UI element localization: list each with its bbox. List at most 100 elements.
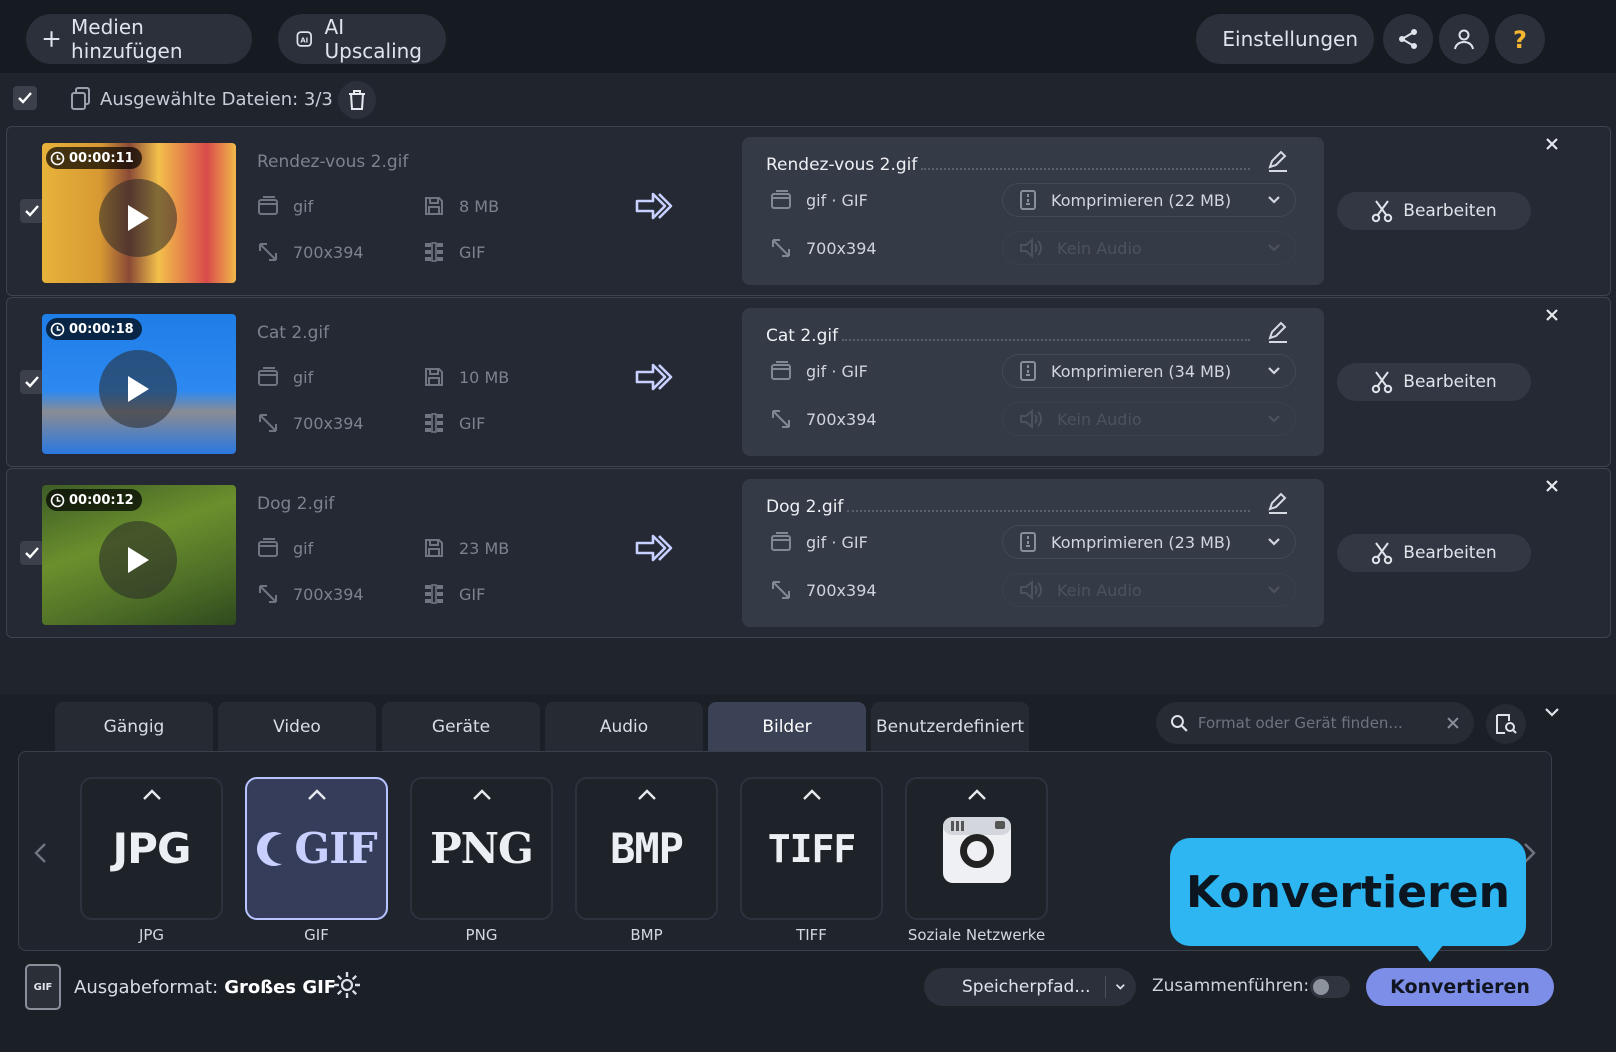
gear-icon[interactable] [332, 970, 362, 1000]
output-resolution: 700x394 [770, 408, 877, 430]
user-icon [1454, 29, 1474, 50]
remove-file-button[interactable] [1541, 133, 1563, 155]
camera-icon [942, 816, 1011, 883]
remove-file-button[interactable] [1541, 304, 1563, 326]
name-dotted-line [842, 339, 1250, 341]
play-button[interactable] [99, 350, 177, 428]
compress-dropdown[interactable]: Komprimieren (34 MB) [1002, 354, 1296, 388]
edit-button[interactable]: Bearbeiten [1337, 534, 1531, 572]
file-checkbox[interactable] [20, 370, 44, 394]
file-checkbox[interactable] [20, 199, 44, 223]
edit-button[interactable]: Bearbeiten [1337, 192, 1531, 230]
output-file-name[interactable]: Cat 2.gif [766, 326, 838, 346]
ai-chip-icon: AI [296, 31, 312, 47]
convert-button[interactable]: Konvertieren [1366, 968, 1554, 1006]
source-ext-text: gif [293, 196, 314, 216]
format-png[interactable]: PNG [410, 777, 553, 920]
play-button[interactable] [99, 179, 177, 257]
tab-audio[interactable]: Audio [545, 702, 703, 752]
chevron-up-icon[interactable] [142, 789, 162, 801]
resize-icon [772, 239, 790, 257]
tab-common[interactable]: Gängig [55, 702, 213, 752]
chevron-left-icon[interactable] [33, 842, 49, 864]
video-thumbnail[interactable]: 00:00:12 [42, 485, 236, 625]
output-file-name[interactable]: Rendez-vous 2.gif [766, 155, 917, 175]
tab-custom[interactable]: Benutzerdefiniert [871, 702, 1029, 752]
compress-dropdown[interactable]: Komprimieren (22 MB) [1002, 183, 1296, 217]
source-codec-text: GIF [459, 413, 486, 433]
search-input[interactable] [1197, 714, 1437, 732]
convert-arrow-icon [635, 534, 673, 562]
file-row: 00:00:11 Rendez-vous 2.gif gif 8 MB 700x… [6, 126, 1611, 296]
audio-label: Kein Audio [1057, 238, 1142, 258]
remove-file-button[interactable] [1541, 475, 1563, 497]
video-thumbnail[interactable]: 00:00:18 [42, 314, 236, 454]
source-codec-text: GIF [459, 242, 486, 262]
source-resolution: 700x394 [257, 583, 364, 605]
pencil-icon[interactable] [1266, 149, 1290, 173]
chevron-up-icon[interactable] [637, 789, 657, 801]
output-format-text: gif · GIF [806, 361, 868, 381]
output-format-value: Großes GIF [224, 977, 337, 998]
account-button[interactable] [1439, 14, 1489, 64]
tab-images[interactable]: Bilder [708, 702, 866, 752]
collapse-panel-icon[interactable] [1544, 706, 1560, 718]
name-dotted-line [921, 168, 1250, 170]
play-button[interactable] [99, 521, 177, 599]
ai-upscaling-button[interactable]: AI AI Upscaling [278, 14, 446, 64]
format-social-networks[interactable] [905, 777, 1048, 920]
video-thumbnail[interactable]: 00:00:11 [42, 143, 236, 283]
save-path-dropdown[interactable]: Speicherpfad... [924, 968, 1136, 1006]
chevron-down-icon [1268, 367, 1280, 375]
chevron-up-icon[interactable] [307, 789, 327, 801]
output-format-icon-text: GIF [33, 981, 53, 993]
scissors-icon [1372, 371, 1393, 394]
source-resolution: 700x394 [257, 241, 364, 263]
select-all-checkbox[interactable] [13, 86, 37, 110]
chevron-up-icon[interactable] [472, 789, 492, 801]
merge-toggle[interactable] [1310, 976, 1350, 998]
audio-dropdown[interactable]: Kein Audio [1002, 573, 1296, 607]
compress-dropdown[interactable]: Komprimieren (23 MB) [1002, 525, 1296, 559]
plus-icon [43, 31, 60, 47]
duration-badge: 00:00:12 [46, 489, 142, 511]
top-toolbar: Medien hinzufügen AI AI Upscaling Einste… [0, 0, 1616, 73]
file-type-icon [258, 538, 278, 557]
file-row: 00:00:12 Dog 2.gif gif 23 MB 700x394 GIF… [6, 468, 1611, 638]
share-button[interactable] [1383, 14, 1433, 64]
source-file-name: Cat 2.gif [257, 323, 330, 343]
format-bmp[interactable]: BMP [575, 777, 718, 920]
settings-button[interactable]: Einstellungen [1196, 14, 1374, 64]
file-type-icon [771, 361, 791, 380]
audio-dropdown[interactable]: Kein Audio [1002, 402, 1296, 436]
chevron-up-icon[interactable] [967, 789, 987, 801]
tab-devices[interactable]: Geräte [382, 702, 540, 752]
resize-icon [259, 414, 277, 432]
output-file-name[interactable]: Dog 2.gif [766, 497, 843, 517]
question-icon: ? [1513, 26, 1527, 52]
scissors-icon [1372, 200, 1393, 223]
output-format-text: gif · GIF [806, 190, 868, 210]
source-resolution-text: 700x394 [293, 242, 364, 262]
help-button[interactable]: ? [1495, 14, 1545, 64]
format-tiff[interactable]: TIFF [740, 777, 883, 920]
detect-format-button[interactable] [1486, 704, 1526, 744]
source-size: 8 MB [423, 195, 499, 217]
edit-button[interactable]: Bearbeiten [1337, 363, 1531, 401]
output-resolution-text: 700x394 [806, 409, 877, 429]
compress-label: Komprimieren (22 MB) [1051, 190, 1232, 210]
duration-text: 00:00:18 [69, 321, 134, 337]
pencil-icon[interactable] [1266, 320, 1290, 344]
delete-selected-button[interactable] [338, 81, 376, 119]
chevron-up-icon[interactable] [802, 789, 822, 801]
name-dotted-line [847, 510, 1250, 512]
audio-dropdown[interactable]: Kein Audio [1002, 231, 1296, 265]
format-gif[interactable]: GIF [245, 777, 388, 920]
format-jpg[interactable]: JPG [80, 777, 223, 920]
add-media-button[interactable]: Medien hinzufügen [26, 14, 252, 64]
clear-search-icon[interactable] [1446, 716, 1460, 730]
pencil-icon[interactable] [1266, 491, 1290, 515]
file-checkbox[interactable] [20, 541, 44, 565]
tab-video[interactable]: Video [218, 702, 376, 752]
speaker-icon [1020, 408, 1042, 430]
